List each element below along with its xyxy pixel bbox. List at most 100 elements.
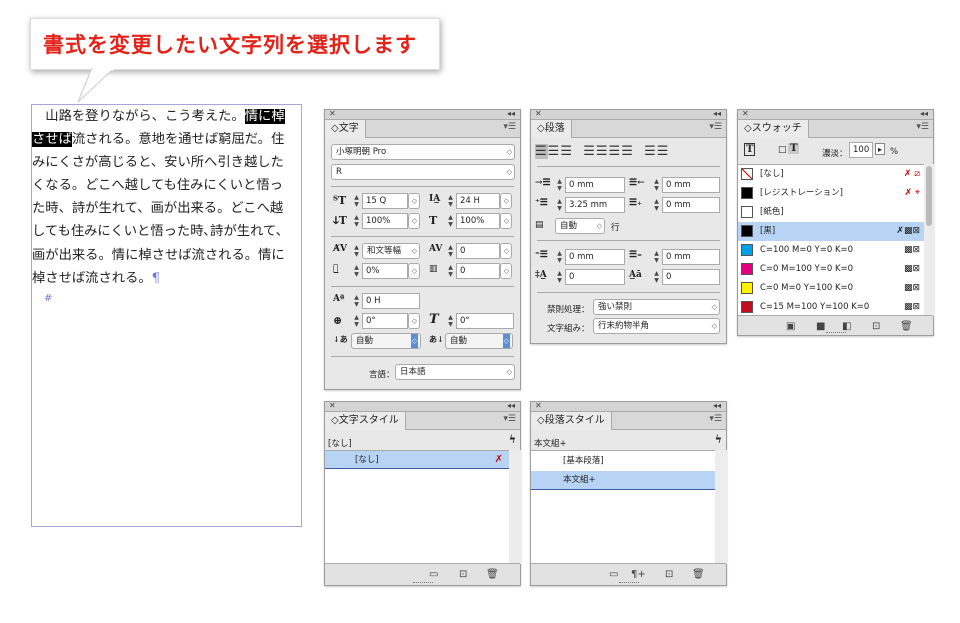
justify-right-icon[interactable]: ☰: [609, 144, 622, 159]
rotation-field[interactable]: 0°: [362, 313, 408, 329]
panel-menu-icon[interactable]: ▾☰: [503, 414, 516, 424]
delete-icon[interactable]: 🗑: [486, 569, 499, 580]
style-list[interactable]: [なし] ✗: [325, 450, 509, 564]
stepper-icon[interactable]: ▲ ▼: [446, 194, 455, 208]
stepper-icon[interactable]: ▲ ▼: [352, 194, 361, 208]
language-dropdown[interactable]: 日本語 ◇: [395, 364, 515, 380]
tint-arrow-icon[interactable]: ▸: [875, 143, 886, 155]
new-group-icon[interactable]: ▭: [609, 569, 618, 580]
justify-left-icon[interactable]: ☰: [583, 144, 596, 159]
drop-cap-lines-field[interactable]: 0: [565, 269, 625, 285]
align-right-icon[interactable]: ☰: [560, 144, 573, 159]
show-gradients-icon[interactable]: ◧: [842, 321, 851, 332]
tint-field[interactable]: 100: [849, 142, 873, 158]
font-family-dropdown[interactable]: 小塚明朝 Pro ◇: [331, 144, 515, 160]
tsume-dropdown[interactable]: ◇: [408, 263, 420, 279]
tab-paragraph[interactable]: ◇段落: [531, 120, 572, 138]
stepper-icon[interactable]: ▲ ▼: [352, 264, 361, 278]
close-icon[interactable]: ✕: [329, 109, 336, 118]
collapse-icon[interactable]: ◂◂: [507, 401, 515, 410]
close-icon[interactable]: ✕: [329, 401, 336, 410]
swatch-item[interactable]: C=0 M=100 Y=0 K=0 ▩⊠: [738, 260, 924, 279]
grid-align-dropdown[interactable]: ◇: [500, 263, 512, 279]
tab-character-styles[interactable]: ◇文字スタイル: [325, 412, 406, 430]
tsume-field[interactable]: 0%: [362, 263, 408, 279]
stepper-icon[interactable]: ▲ ▼: [652, 270, 661, 284]
justify-all-icon[interactable]: ☰: [621, 144, 634, 159]
space-before-field[interactable]: 0 mm: [565, 249, 625, 265]
panel-titlebar[interactable]: ✕ ◂◂: [325, 401, 520, 412]
collapse-icon[interactable]: ◂◂: [920, 109, 928, 118]
align-left-icon[interactable]: ☰: [535, 144, 548, 159]
style-list[interactable]: [基本段落] 本文組+: [531, 450, 715, 564]
collapse-icon[interactable]: ◂◂: [713, 401, 721, 410]
align-center-icon[interactable]: ☰: [548, 144, 561, 159]
align-away-spine-icon[interactable]: ☰: [657, 144, 670, 159]
rotation-dropdown[interactable]: ◇: [408, 313, 420, 329]
left-indent-field[interactable]: 0 mm: [565, 177, 625, 193]
panel-menu-icon[interactable]: ▾☰: [916, 122, 929, 132]
story-line[interactable]: た時、詩が生れて、画が出来る。どこへ越: [32, 197, 300, 220]
show-colors-icon[interactable]: ■: [816, 321, 825, 332]
panel-titlebar[interactable]: ✕ ◂◂: [325, 109, 520, 120]
story-line[interactable]: 画が出来る。情に棹させば流される。情に: [32, 244, 300, 267]
tracking-field[interactable]: 0: [456, 243, 500, 259]
delete-icon[interactable]: 🗑: [692, 569, 705, 580]
stepper-icon[interactable]: ▲ ▼: [652, 198, 661, 212]
panel-menu-icon[interactable]: ▾☰: [503, 122, 516, 132]
list-item[interactable]: 本文組+: [531, 471, 715, 490]
close-icon[interactable]: ✕: [535, 401, 542, 410]
panel-menu-icon[interactable]: ▾☰: [709, 414, 722, 424]
first-indent-field[interactable]: 3.25 mm: [565, 197, 625, 213]
collapse-icon[interactable]: ◂◂: [713, 109, 721, 118]
list-item[interactable]: [基本段落]: [531, 451, 715, 471]
text-frame[interactable]: 山路を登りながら、こう考えた。情に棹 させば流される。意地を通せば窮屈だ。住 みにく…: [31, 104, 302, 527]
swatch-item[interactable]: [紙色]: [738, 203, 924, 222]
grid-align-field[interactable]: 0: [456, 263, 500, 279]
tab-character[interactable]: ◇文字: [325, 120, 366, 138]
stepper-icon[interactable]: ▲ ▼: [555, 270, 564, 284]
stepper-icon[interactable]: ▲ ▼: [352, 294, 361, 308]
swatch-item[interactable]: [レジストレーション] ✗ ⌖: [738, 184, 924, 203]
kerning-dropdown[interactable]: 和文等幅 ◇: [362, 243, 420, 259]
horizontal-scale-field[interactable]: 100%: [456, 213, 500, 229]
stepper-icon[interactable]: ▲ ▼: [446, 244, 455, 258]
close-icon[interactable]: ✕: [535, 109, 542, 118]
font-size-field[interactable]: 15 Q: [362, 193, 408, 209]
space-after-field[interactable]: 0 mm: [662, 249, 720, 265]
close-icon[interactable]: ✕: [742, 109, 749, 118]
new-group-icon[interactable]: ▭: [429, 569, 438, 580]
mojikumi-dropdown[interactable]: 行末約物半角 ◇: [593, 318, 720, 334]
scrollbar[interactable]: [509, 450, 521, 564]
new-style-icon[interactable]: ⊡: [459, 569, 467, 580]
scrollbar[interactable]: [924, 164, 934, 316]
fill-stroke-icon[interactable]: T: [744, 143, 756, 156]
tab-paragraph-styles[interactable]: ◇段落スタイル: [531, 412, 612, 430]
aki-before-dropdown[interactable]: 自動 ◇: [351, 333, 421, 349]
container-format-icon[interactable]: □: [778, 145, 787, 155]
story-line[interactable]: しても住みにくいと悟った時､詩が生れて、: [32, 220, 300, 243]
story-line[interactable]: させば流される。意地を通せば窮屈だ。住: [32, 128, 300, 151]
panel-titlebar[interactable]: ✕ ◂◂: [531, 109, 726, 120]
kinsoku-dropdown[interactable]: 強い禁則 ◇: [593, 299, 720, 315]
right-indent-field[interactable]: 0 mm: [662, 177, 720, 193]
swatch-item[interactable]: [黒] ✗▩⊠: [738, 222, 924, 241]
show-all-icon[interactable]: ▣: [786, 321, 795, 332]
story-line[interactable]: くなる。どこへ越しても住みにくいと悟っ: [32, 174, 300, 197]
align-spine-icon[interactable]: ☰: [644, 144, 657, 159]
clear-overrides-icon[interactable]: ¶+: [631, 569, 646, 580]
stepper-icon[interactable]: ▲ ▼: [555, 250, 564, 264]
tracking-dropdown[interactable]: ◇: [500, 243, 512, 259]
delete-icon[interactable]: 🗑: [900, 321, 913, 332]
font-style-dropdown[interactable]: R ◇: [331, 164, 515, 180]
stepper-icon[interactable]: ▲ ▼: [446, 314, 455, 328]
skew-field[interactable]: 0°: [456, 313, 514, 329]
stepper-icon[interactable]: ▲ ▼: [352, 244, 361, 258]
story-line[interactable]: みにくさが高じると、安い所へ引き越した: [32, 151, 300, 174]
story-line[interactable]: 山路を登りながら、こう考えた。情に棹: [32, 105, 300, 128]
tab-swatches[interactable]: ◇スウォッチ: [738, 120, 809, 138]
text-format-icon[interactable]: T: [788, 143, 800, 154]
stepper-icon[interactable]: ▲ ▼: [446, 264, 455, 278]
font-size-dropdown[interactable]: ◇: [408, 193, 420, 209]
justify-center-icon[interactable]: ☰: [596, 144, 609, 159]
